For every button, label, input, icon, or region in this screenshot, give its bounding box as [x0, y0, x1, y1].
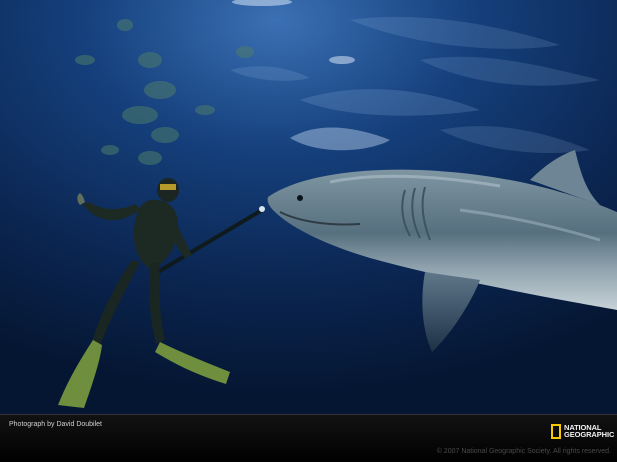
logo-wordmark: NATIONAL GEOGRAPHIC [564, 423, 615, 439]
copyright-notice: © 2007 National Geographic Society. All … [436, 448, 611, 455]
wallpaper-frame: Photograph by David Doubilet NATIONAL GE… [0, 0, 617, 462]
yellow-rectangle-icon [551, 423, 561, 439]
underwater-photo [0, 0, 617, 414]
photo-illustration [0, 0, 617, 414]
logo-line-2: GEOGRAPHIC [564, 430, 615, 439]
national-geographic-logo: NATIONAL GEOGRAPHIC [551, 422, 614, 440]
caption-bar: Photograph by David Doubilet NATIONAL GE… [0, 414, 617, 462]
photo-credit: Photograph by David Doubilet [9, 421, 103, 428]
